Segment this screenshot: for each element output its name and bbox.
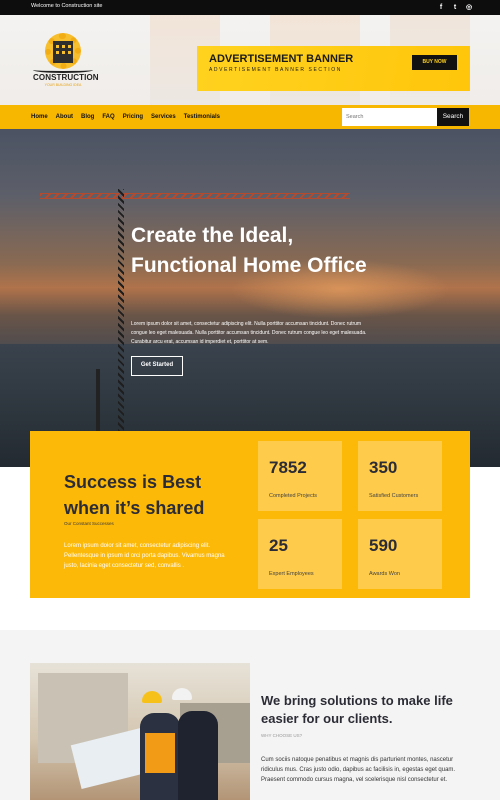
stat-label: Awards Won bbox=[369, 571, 400, 577]
nav-item-about[interactable]: About bbox=[56, 114, 73, 120]
photo-safety-vest bbox=[145, 733, 175, 773]
facebook-icon[interactable]: f bbox=[438, 2, 444, 13]
why-subtitle: WHY CHOOSE US? bbox=[261, 733, 303, 738]
site-logo[interactable]: CONSTRUCTION YOUR BUILDING IDEA bbox=[33, 33, 99, 103]
nav-item-home[interactable]: Home bbox=[31, 114, 48, 120]
stat-label: Expert Employees bbox=[269, 571, 314, 577]
nav-item-testimonials[interactable]: Testimonials bbox=[184, 114, 220, 120]
crane-jib bbox=[40, 193, 350, 199]
hero-title: Create the Ideal, Functional Home Office bbox=[131, 224, 367, 277]
engineers-photo bbox=[30, 663, 250, 800]
stat-card-satisfied-customers: 350 Satisfied Customers bbox=[358, 441, 442, 511]
stats-paragraph: Lorem ipsum dolor sit amet, consectetur … bbox=[64, 543, 225, 569]
building-icon bbox=[53, 41, 73, 63]
crane-mast bbox=[118, 189, 124, 467]
top-bar: Welcome to Construction site f t ◎ bbox=[0, 0, 500, 15]
main-nav: Home About Blog FAQ Pricing Services Tes… bbox=[0, 105, 500, 129]
logo-tagline: YOUR BUILDING IDEA bbox=[44, 83, 82, 87]
stat-value: 7852 bbox=[269, 458, 307, 477]
hard-hat-icon bbox=[142, 691, 162, 703]
search-input[interactable] bbox=[342, 108, 438, 126]
stat-value: 25 bbox=[269, 536, 288, 555]
search-button[interactable]: Search bbox=[437, 108, 469, 126]
ad-subtitle: ADVERTISEMENT BANNER SECTION bbox=[209, 67, 342, 73]
welcome-text: Welcome to Construction site bbox=[31, 3, 103, 9]
buy-now-button[interactable]: BUY NOW bbox=[412, 55, 457, 70]
stat-label: Satisfied Customers bbox=[369, 493, 419, 499]
nav-item-faq[interactable]: FAQ bbox=[102, 114, 114, 120]
why-choose-us-section: We bring solutions to make life easier f… bbox=[0, 630, 500, 800]
advertisement-banner[interactable]: ADVERTISEMENT BANNER ADVERTISEMENT BANNE… bbox=[197, 46, 470, 91]
nav-item-services[interactable]: Services bbox=[151, 114, 176, 120]
why-paragraph: Cum sociis natoque penatibus et magnis d… bbox=[261, 757, 456, 783]
stat-value: 590 bbox=[369, 536, 398, 555]
instagram-icon[interactable]: ◎ bbox=[466, 2, 472, 13]
ad-title: ADVERTISEMENT BANNER bbox=[209, 53, 354, 65]
stat-label: Completed Projects bbox=[269, 493, 317, 499]
why-heading: We bring solutions to make life easier f… bbox=[261, 693, 453, 726]
logo-name: CONSTRUCTION bbox=[33, 73, 99, 82]
stats-section: Success is Best when it’s shared Our Con… bbox=[30, 431, 470, 598]
twitter-icon[interactable]: t bbox=[452, 2, 458, 13]
nav-item-blog[interactable]: Blog bbox=[81, 114, 94, 120]
hero-lead-text: Lorem ipsum dolor sit amet, consectetur … bbox=[131, 321, 367, 345]
hero-section: Create the Ideal, Functional Home Office… bbox=[0, 129, 500, 467]
stat-value: 350 bbox=[369, 458, 398, 477]
photo-engineer bbox=[178, 711, 218, 800]
nav-item-pricing[interactable]: Pricing bbox=[123, 114, 143, 120]
stats-subtitle: Our Constant Successes bbox=[64, 521, 114, 526]
get-started-button[interactable]: Get Started bbox=[131, 356, 183, 376]
stats-title: Success is Best when it’s shared bbox=[64, 472, 205, 518]
social-links: f t ◎ bbox=[438, 2, 472, 13]
nav-menu: Home About Blog FAQ Pricing Services Tes… bbox=[31, 105, 220, 129]
header: CONSTRUCTION YOUR BUILDING IDEA ADVERTIS… bbox=[0, 15, 500, 105]
stat-card-completed-projects: 7852 Completed Projects bbox=[258, 441, 342, 511]
stat-card-awards-won: 590 Awards Won bbox=[358, 519, 442, 589]
stat-card-expert-employees: 25 Expert Employees bbox=[258, 519, 342, 589]
hard-hat-icon bbox=[172, 688, 192, 700]
